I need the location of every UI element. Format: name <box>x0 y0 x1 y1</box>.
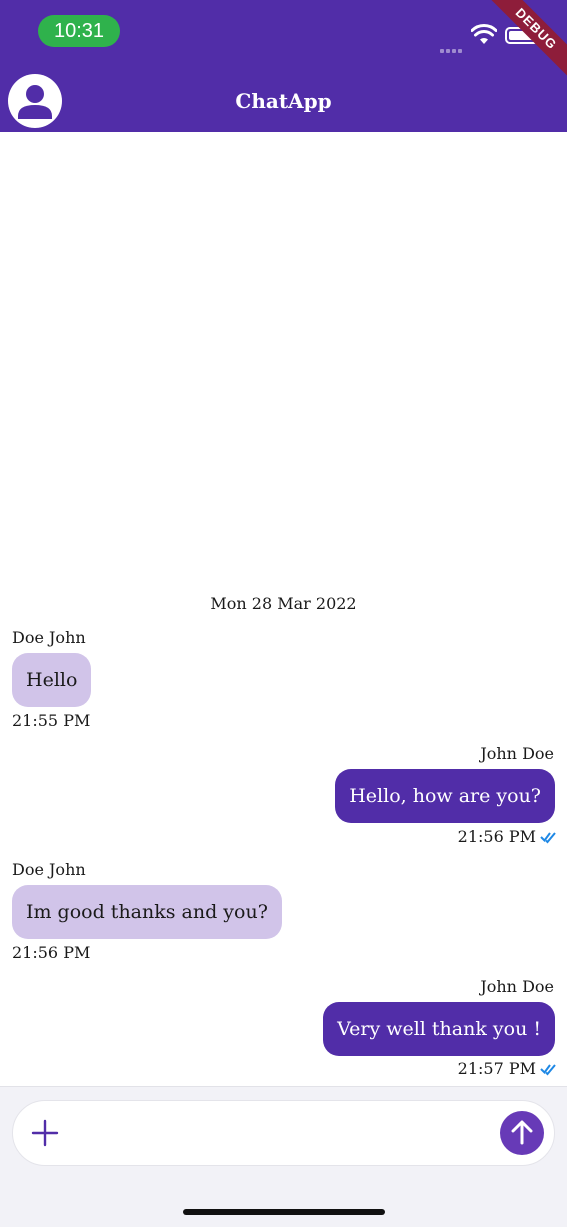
send-button[interactable] <box>500 1111 544 1155</box>
status-time: 10:31 <box>38 15 120 47</box>
read-receipt-icon <box>540 1064 556 1076</box>
message-bubble-incoming[interactable]: Im good thanks and you? <box>12 885 282 939</box>
arrow-up-icon <box>511 1120 533 1145</box>
date-separator: Mon 28 Mar 2022 <box>210 594 357 613</box>
message-sender: Doe John <box>12 860 86 879</box>
message-time: 21:56 PM <box>457 827 536 846</box>
message-sender: Doe John <box>12 628 86 647</box>
home-indicator <box>183 1209 385 1215</box>
message-bubble-outgoing[interactable]: Very well thank you ! <box>323 1002 555 1056</box>
cellular-signal-icon <box>440 38 464 53</box>
message-time: 21:57 PM <box>457 1059 536 1078</box>
message-sender: John Doe <box>480 977 554 996</box>
read-receipt-icon <box>540 832 556 844</box>
message-input[interactable] <box>76 1110 486 1156</box>
message-sender: John Doe <box>480 744 554 763</box>
message-bubble-outgoing[interactable]: Hello, how are you? <box>335 769 555 823</box>
plus-icon[interactable] <box>28 1116 62 1150</box>
message-bubble-incoming[interactable]: Hello <box>12 653 92 707</box>
wifi-icon <box>471 24 497 44</box>
message-time: 21:55 PM <box>12 711 91 730</box>
message-time: 21:56 PM <box>12 943 91 962</box>
app-title: ChatApp <box>235 89 332 113</box>
app-bar: 10:31 DEBUG ChatApp <box>0 0 567 132</box>
